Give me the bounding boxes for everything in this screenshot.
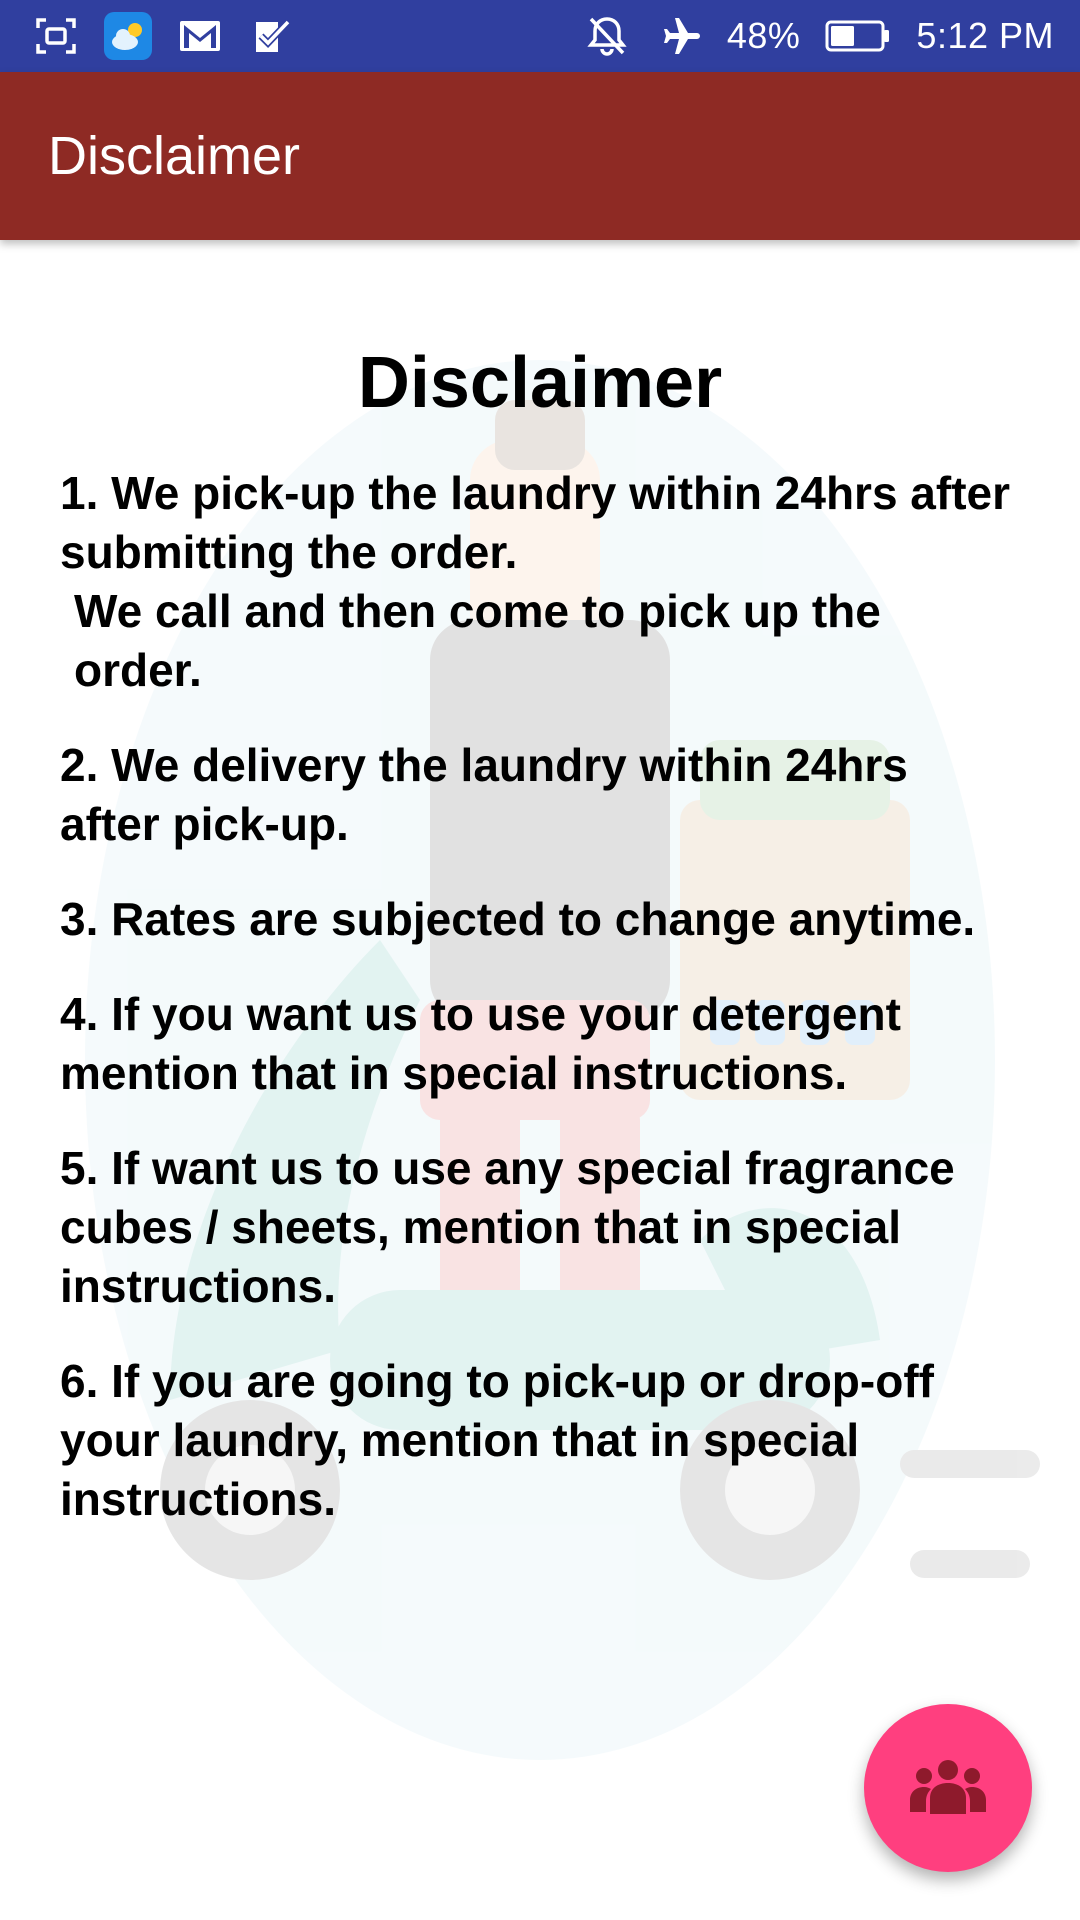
group-fab-button[interactable] (864, 1704, 1032, 1872)
disclaimer-item-4: 4. If you want us to use your detergent … (60, 988, 901, 1099)
disclaimer-item-3: 3. Rates are subjected to change anytime… (60, 893, 976, 945)
disclaimer-heading: Disclaimer (357, 343, 723, 423)
disclaimer-item-5: 5. If want us to use any special fragran… (60, 1142, 955, 1312)
weather-icon (104, 12, 152, 60)
disclaimer-item-1: 1. We pick-up the laundry within 24hrs a… (60, 464, 1020, 700)
disclaimer-item-2: 2. We delivery the laundry within 24hrs … (60, 739, 908, 850)
status-bar-right: 48% 5:12 PM (583, 12, 1054, 60)
disclaimer-item-1-subtext: We call and then come to pick up the ord… (74, 585, 881, 696)
status-time: 5:12 PM (916, 15, 1054, 56)
battery-percent: 48% (726, 15, 801, 56)
disclaimer-item-1-text: 1. We pick-up the laundry within 24hrs a… (60, 467, 1011, 578)
disclaimer-item-6: 6. If you are going to pick-up or drop-o… (60, 1355, 934, 1525)
content-area: Disclaimer 1. We pick-up the laundry wit… (0, 240, 1080, 1920)
screenshot-icon (32, 12, 80, 60)
group-icon (908, 1754, 988, 1823)
airplane-mode-icon (655, 12, 703, 60)
tasks-icon (248, 12, 296, 60)
notifications-off-icon (583, 12, 631, 60)
app-bar-title: Disclaimer (48, 126, 301, 186)
gmail-icon (176, 12, 224, 60)
disclaimer-text-area: Disclaimer 1. We pick-up the laundry wit… (60, 340, 1020, 1565)
status-bar: 48% 5:12 PM (0, 0, 1080, 72)
app-bar: Disclaimer (0, 72, 1080, 240)
screen: 48% 5:12 PM Disclaimer Disclaimer 1. We … (0, 0, 1080, 1920)
battery-icon (824, 12, 892, 60)
status-bar-left (32, 12, 296, 60)
